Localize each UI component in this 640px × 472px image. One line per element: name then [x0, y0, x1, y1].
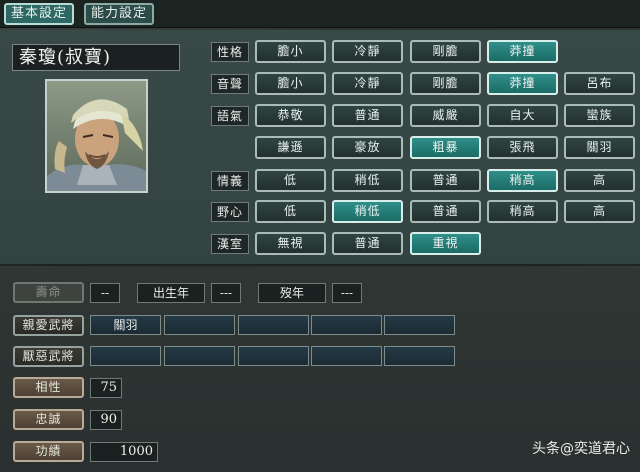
han-option[interactable]: 無視 — [255, 232, 326, 255]
tone-option[interactable]: 謙遜 — [255, 136, 326, 159]
ambition-option[interactable]: 稍高 — [487, 200, 558, 223]
favored-generals-button[interactable]: 親愛武將 — [13, 315, 84, 336]
temperament-option[interactable]: 膽小 — [255, 40, 326, 63]
lifespan-value: -- — [90, 283, 120, 303]
favored-general-slot[interactable] — [238, 315, 309, 335]
ambition-option[interactable]: 普通 — [410, 200, 481, 223]
tone-option[interactable]: 豪放 — [332, 136, 403, 159]
ambition-option[interactable]: 低 — [255, 200, 326, 223]
voice-option[interactable]: 膽小 — [255, 72, 326, 95]
tone-option[interactable]: 威嚴 — [410, 104, 481, 127]
han-option[interactable]: 普通 — [332, 232, 403, 255]
voice-option[interactable]: 剛膽 — [410, 72, 481, 95]
loyalty-feeling-option[interactable]: 稍低 — [332, 169, 403, 192]
merit-button[interactable]: 功績 — [13, 441, 84, 462]
label-loyalty-feeling: 情義 — [211, 171, 249, 191]
birth-year-value: --- — [211, 283, 241, 303]
favored-general-slot[interactable] — [311, 315, 382, 335]
favored-general-slot[interactable] — [164, 315, 235, 335]
label-voice: 音聲 — [211, 74, 249, 94]
disliked-general-slot[interactable] — [311, 346, 382, 366]
loyalty-feeling-option[interactable]: 普通 — [410, 169, 481, 192]
tab-ability-settings[interactable]: 能力設定 — [84, 3, 154, 25]
tone-option[interactable]: 自大 — [487, 104, 558, 127]
disliked-general-slot[interactable] — [384, 346, 455, 366]
death-year-value: --- — [332, 283, 362, 303]
merit-value[interactable]: 1000 — [90, 442, 158, 462]
loyalty-button[interactable]: 忠誠 — [13, 409, 84, 430]
tone-option[interactable]: 蠻族 — [564, 104, 635, 127]
label-ambition: 野心 — [211, 202, 249, 222]
tab-basic-settings[interactable]: 基本設定 — [4, 3, 74, 25]
disliked-general-slot[interactable] — [90, 346, 161, 366]
tone-option[interactable]: 恭敬 — [255, 104, 326, 127]
disliked-general-slot[interactable] — [164, 346, 235, 366]
disliked-generals-button[interactable]: 厭惡武將 — [13, 346, 84, 367]
favored-general-slot[interactable] — [384, 315, 455, 335]
label-han: 漢室 — [211, 234, 249, 254]
voice-option[interactable]: 呂布 — [564, 72, 635, 95]
character-portrait — [45, 79, 148, 193]
affinity-button[interactable]: 相性 — [13, 377, 84, 398]
tone-option[interactable]: 張飛 — [487, 136, 558, 159]
voice-option-selected[interactable]: 莽撞 — [487, 72, 558, 95]
loyalty-feeling-option-selected[interactable]: 稍高 — [487, 169, 558, 192]
portrait-image — [47, 81, 146, 191]
affinity-value[interactable]: 75 — [90, 378, 122, 398]
temperament-option[interactable]: 冷靜 — [332, 40, 403, 63]
tone-option[interactable]: 關羽 — [564, 136, 635, 159]
label-tone: 語氣 — [211, 106, 249, 126]
favored-general-slot[interactable]: 關羽 — [90, 315, 161, 335]
loyalty-value[interactable]: 90 — [90, 410, 122, 430]
label-temperament: 性格 — [211, 42, 249, 62]
han-option-selected[interactable]: 重視 — [410, 232, 481, 255]
voice-option[interactable]: 冷靜 — [332, 72, 403, 95]
ambition-option-selected[interactable]: 稍低 — [332, 200, 403, 223]
ambition-option[interactable]: 高 — [564, 200, 635, 223]
death-year-label: 歿年 — [258, 283, 326, 303]
loyalty-feeling-option[interactable]: 高 — [564, 169, 635, 192]
tone-option-selected[interactable]: 粗暴 — [410, 136, 481, 159]
loyalty-feeling-option[interactable]: 低 — [255, 169, 326, 192]
disliked-general-slot[interactable] — [238, 346, 309, 366]
temperament-option[interactable]: 剛膽 — [410, 40, 481, 63]
character-name: 秦瓊(叔寶) — [12, 44, 180, 71]
birth-year-label: 出生年 — [137, 283, 205, 303]
lifespan-button[interactable]: 壽命 — [13, 282, 84, 303]
temperament-option-selected[interactable]: 莽撞 — [487, 40, 558, 63]
tone-option[interactable]: 普通 — [332, 104, 403, 127]
watermark-text: 头条@奕道君心 — [532, 441, 630, 457]
